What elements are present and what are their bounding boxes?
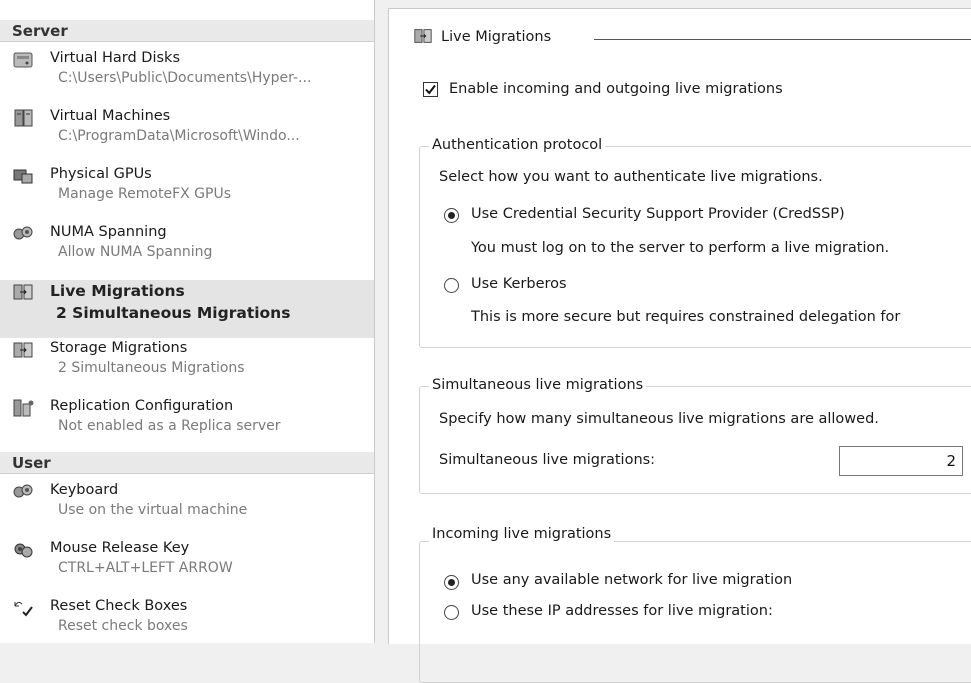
checkmark-icon [425,84,436,95]
ip-addresses-radio[interactable] [444,605,459,620]
nav-item-title: Physical GPUs [50,166,152,182]
authentication-description: Select how you want to authenticate live… [439,169,823,185]
nav-item-title: Virtual Machines [50,108,171,124]
keyboard-icon [13,484,33,498]
nav-item-subtitle: Allow NUMA Spanning [58,244,213,260]
simultaneous-migrations-description: Specify how many simultaneous live migra… [439,411,879,427]
section-title: Live Migrations [441,29,552,45]
replication-icon [13,399,34,417]
nav-item-subtitle: 2 Simultaneous Migrations [56,304,291,322]
numa-icon [13,226,33,240]
nav-item-title: Storage Migrations [50,340,188,356]
simultaneous-migrations-field-label: Simultaneous live migrations: [439,452,656,468]
simultaneous-migrations-legend: Simultaneous live migrations [429,377,647,393]
nav-item-mouse-release-key[interactable]: Mouse Release Key CTRL+ALT+LEFT ARROW [0,538,374,596]
reset-check-boxes-icon [14,601,33,617]
kerberos-label[interactable]: Use Kerberos [471,276,567,292]
nav-item-title: Replication Configuration [50,398,234,414]
enable-live-migrations-checkbox[interactable] [423,82,438,97]
gpu-icon [13,169,33,184]
nav-item-subtitle: CTRL+ALT+LEFT ARROW [58,560,233,576]
nav-item-reset-check-boxes[interactable]: Reset Check Boxes Reset check boxes [0,596,374,643]
nav-item-title: Keyboard [50,482,119,498]
credssp-label[interactable]: Use Credential Security Support Provider… [471,206,845,222]
nav-item-live-migrations[interactable]: Live Migrations 2 Simultaneous Migration… [0,280,374,338]
nav-item-title: Reset Check Boxes [50,598,188,614]
credssp-radio[interactable] [444,208,459,223]
simultaneous-migrations-group [419,386,971,494]
enable-live-migrations-label[interactable]: Enable incoming and outgoing live migrat… [449,81,783,97]
any-network-label[interactable]: Use any available network for live migra… [471,572,792,588]
nav-item-title: Virtual Hard Disks [50,50,180,66]
nav-item-physical-gpus[interactable]: Physical GPUs Manage RemoteFX GPUs [0,164,374,222]
nav-item-virtual-machines[interactable]: Virtual Machines C:\ProgramData\Microsof… [0,106,374,164]
simultaneous-migrations-input[interactable]: 2 [839,446,963,476]
virtual-machines-icon [14,109,33,127]
nav-item-keyboard[interactable]: Keyboard Use on the virtual machine [0,480,374,538]
nav-item-title: NUMA Spanning [50,224,167,240]
nav-item-title: Live Migrations [50,282,185,300]
authentication-protocol-legend: Authentication protocol [429,137,606,153]
nav-item-subtitle: C:\ProgramData\Microsoft\Windo... [58,128,300,144]
mouse-release-key-icon [14,543,33,558]
section-title-divider [594,39,971,40]
ip-addresses-label[interactable]: Use these IP addresses for live migratio… [471,603,773,619]
nav-item-replication-configuration[interactable]: Replication Configuration Not enabled as… [0,396,374,454]
incoming-migrations-legend: Incoming live migrations [429,526,615,542]
hard-disk-icon [13,52,33,68]
nav-item-subtitle: Manage RemoteFX GPUs [58,186,232,202]
settings-navigation-pane: Server Virtual Hard Disks C:\Users\Publi… [0,0,375,643]
live-migration-icon [414,29,432,43]
nav-item-title: Mouse Release Key [50,540,190,556]
live-migration-icon [13,284,33,300]
any-network-radio[interactable] [444,575,459,590]
credssp-note: You must log on to the server to perform… [471,240,890,256]
nav-item-subtitle: C:\Users\Public\Documents\Hyper-... [58,70,312,86]
nav-item-subtitle: Use on the virtual machine [58,502,248,518]
nav-item-numa-spanning[interactable]: NUMA Spanning Allow NUMA Spanning [0,222,374,280]
user-section-header: User [0,452,374,474]
live-migrations-details-pane: Live Migrations Enable incoming and outg… [388,8,971,683]
nav-item-subtitle: 2 Simultaneous Migrations [58,360,245,376]
kerberos-note: This is more secure but requires constra… [471,309,901,325]
nav-item-virtual-hard-disks[interactable]: Virtual Hard Disks C:\Users\Public\Docum… [0,48,374,106]
storage-migration-icon [13,342,33,358]
nav-item-subtitle: Not enabled as a Replica server [58,418,281,434]
nav-item-storage-migrations[interactable]: Storage Migrations 2 Simultaneous Migrat… [0,338,374,396]
nav-item-subtitle: Reset check boxes [58,618,188,634]
kerberos-radio[interactable] [444,278,459,293]
server-section-header: Server [0,20,374,42]
